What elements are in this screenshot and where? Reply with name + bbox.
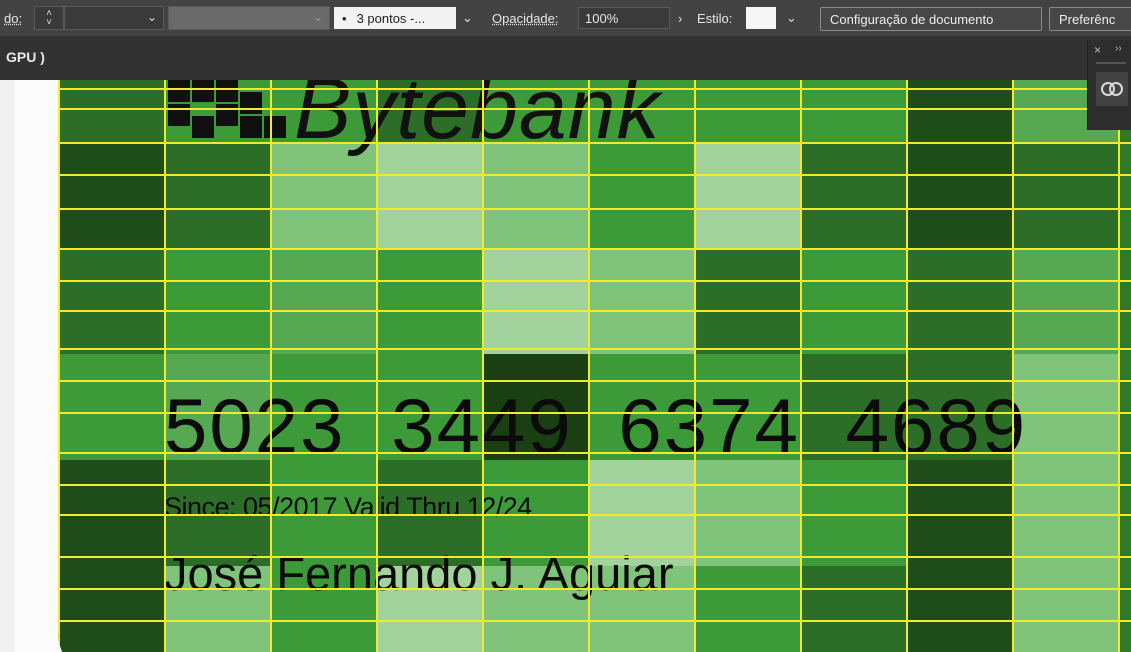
- background-tile: [482, 142, 588, 248]
- grid-line-horizontal: [58, 484, 1131, 486]
- chevron-down-icon: ⌄: [146, 10, 157, 24]
- brush-definition-dropdown[interactable]: • 3 pontos -... ⌄: [334, 0, 473, 36]
- grid-line-vertical: [58, 80, 60, 652]
- logo-square: [216, 80, 238, 102]
- document-tab-bar: GPU ): [0, 36, 1131, 80]
- background-tile: [906, 248, 1012, 354]
- background-tile: [164, 142, 270, 248]
- background-tile: [376, 248, 482, 354]
- background-tile: [58, 142, 164, 248]
- grid-line-horizontal: [58, 620, 1131, 622]
- grid-line-horizontal: [58, 412, 1131, 414]
- grid-line-horizontal: [58, 514, 1131, 516]
- background-tile: [588, 248, 694, 354]
- card-number: 5023 3449 6374 4689: [164, 382, 1028, 470]
- background-tile: [1012, 354, 1118, 460]
- grid-line-horizontal: [58, 208, 1131, 210]
- background-tile: [482, 248, 588, 354]
- background-tile: [1012, 142, 1118, 248]
- grid-line-vertical: [588, 80, 590, 652]
- grid-line-horizontal: [58, 452, 1131, 454]
- logo-square: [240, 116, 262, 138]
- chevron-down-icon: ⌄: [462, 10, 473, 25]
- chevron-down-icon: ⌄: [312, 10, 323, 24]
- grid-line-horizontal: [58, 588, 1131, 590]
- background-tile: [58, 354, 164, 460]
- background-tile: [270, 248, 376, 354]
- grid-line-vertical: [800, 80, 802, 652]
- background-tile: [1012, 248, 1118, 354]
- background-tile: [906, 566, 1012, 652]
- grid-line-vertical: [376, 80, 378, 652]
- chevron-down-icon: ⌄: [786, 10, 797, 25]
- logo-square: [240, 92, 262, 114]
- stepper-arrows-icon: ˄ ˅: [46, 8, 52, 28]
- grid-line-vertical: [482, 80, 484, 652]
- opacity-field[interactable]: 100% ›: [578, 0, 682, 36]
- grid-line-horizontal: [58, 380, 1131, 382]
- background-tile: [58, 566, 164, 652]
- chevron-right-icon[interactable]: ›: [678, 11, 682, 26]
- document-tab[interactable]: GPU ): [6, 49, 45, 65]
- background-tile: [906, 142, 1012, 248]
- background-tile: [694, 460, 800, 566]
- style-label: Estilo:: [697, 10, 733, 26]
- variable-width-profile[interactable]: ⌄: [168, 0, 330, 36]
- grid-line-horizontal: [58, 348, 1131, 350]
- stroke-label: do:: [4, 10, 23, 26]
- collapse-icon[interactable]: ››: [1115, 43, 1122, 54]
- stroke-weight-stepper[interactable]: ˄ ˅: [34, 0, 64, 36]
- background-tile: [376, 142, 482, 248]
- grid-line-vertical: [1118, 80, 1120, 652]
- grid-line-horizontal: [58, 142, 1131, 144]
- logo-square: [168, 80, 190, 102]
- grid-line-horizontal: [58, 174, 1131, 176]
- background-tile: [800, 248, 906, 354]
- logo-square: [192, 116, 214, 138]
- grid-line-horizontal: [58, 248, 1131, 250]
- control-bar: do: ˄ ˅ ⌄ ⌄ • 3 pontos -... ⌄ Opacidade: …: [0, 0, 1131, 36]
- preferences-button[interactable]: Preferênc: [1049, 7, 1131, 31]
- close-icon[interactable]: ×: [1094, 43, 1101, 57]
- logo-square: [264, 116, 286, 138]
- panel-grip[interactable]: [1096, 62, 1126, 64]
- opacity-label[interactable]: Opacidade:: [492, 0, 559, 36]
- creative-cloud-libraries-icon[interactable]: [1096, 72, 1128, 106]
- artboard-canvas[interactable]: Bytebank 5023 3449 6374 4689 Since: 05/2…: [0, 0, 1131, 652]
- grid-line-vertical: [1012, 80, 1014, 652]
- background-tile: [1012, 566, 1118, 652]
- background-tile: [694, 566, 800, 652]
- background-tile: [800, 460, 906, 566]
- background-tile: [1012, 460, 1118, 566]
- stroke-weight-dropdown[interactable]: ⌄: [64, 0, 164, 36]
- background-tile: [906, 460, 1012, 566]
- grid-line-horizontal: [58, 556, 1131, 558]
- logo-square: [192, 80, 214, 102]
- credit-card-artwork[interactable]: Bytebank 5023 3449 6374 4689 Since: 05/2…: [58, 80, 1131, 652]
- grid-line-vertical: [270, 80, 272, 652]
- bullet-icon: •: [342, 10, 347, 26]
- background-tile: [800, 566, 906, 652]
- grid-line-vertical: [164, 80, 166, 652]
- card-holder-name: José Fernando J. Aguiar: [164, 547, 674, 600]
- card-validity-dates: Since: 05/2017 Valid Thru 12/24: [164, 492, 532, 522]
- canvas-left-edge: [0, 80, 14, 652]
- grid-line-horizontal: [58, 310, 1131, 312]
- grid-line-horizontal: [58, 108, 1131, 110]
- graphic-style-swatch[interactable]: ⌄: [746, 0, 797, 36]
- background-tile: [58, 460, 164, 566]
- background-tile: [694, 142, 800, 248]
- grid-line-vertical: [906, 80, 908, 652]
- document-setup-button[interactable]: Configuração de documento: [820, 7, 1042, 31]
- background-tile: [164, 248, 270, 354]
- background-tile: [800, 142, 906, 248]
- collapsed-panel-dock: × ››: [1087, 40, 1131, 130]
- background-tile: [694, 248, 800, 354]
- grid-line-horizontal: [58, 88, 1131, 90]
- background-tile: [588, 142, 694, 248]
- background-tile: [270, 142, 376, 248]
- background-tile: [58, 248, 164, 354]
- grid-line-horizontal: [58, 280, 1131, 282]
- grid-line-vertical: [694, 80, 696, 652]
